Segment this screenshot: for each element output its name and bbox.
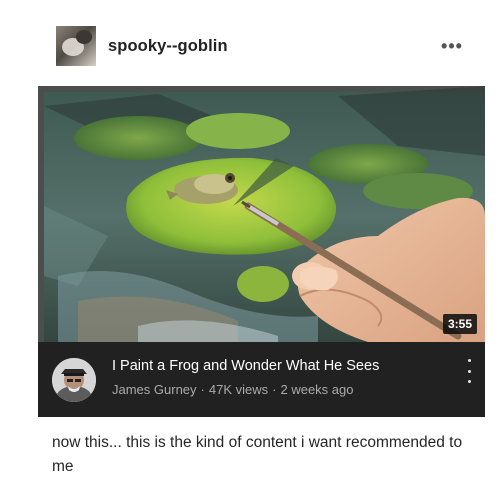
video-title[interactable]: I Paint a Frog and Wonder What He Sees <box>112 358 379 374</box>
blog-avatar-icon[interactable] <box>56 26 96 66</box>
vertical-dots-menu-icon[interactable] <box>463 359 475 383</box>
painting-image <box>38 86 485 342</box>
dot <box>467 369 471 373</box>
blog-username[interactable]: spooky--goblin <box>108 37 228 56</box>
video-info: I Paint a Frog and Wonder What He Sees J… <box>38 342 485 417</box>
more-options-icon: ••• <box>441 35 463 56</box>
dot <box>467 380 471 383</box>
video-meta: James Gurney · 47K views · 2 weeks ago <box>112 382 353 397</box>
post-header: spooky--goblin ••• <box>56 26 466 66</box>
channel-name[interactable]: James Gurney <box>112 382 197 397</box>
more-options-button[interactable]: ••• <box>438 36 466 56</box>
video-thumbnail[interactable]: 3:55 <box>38 86 485 342</box>
upload-age: 2 weeks ago <box>280 382 354 397</box>
meta-separator: · <box>272 382 277 397</box>
youtube-video-card[interactable]: 3:55 I Paint a Frog and Wonder What He S… <box>38 86 485 417</box>
view-count: 47K views <box>208 382 269 397</box>
channel-avatar-icon[interactable] <box>52 358 96 402</box>
dot <box>467 359 471 362</box>
post-caption: now this... this is the kind of content … <box>52 434 463 475</box>
duration-badge: 3:55 <box>442 314 477 334</box>
tumblr-post: spooky--goblin ••• 3:55 I Paint a Frog a… <box>0 0 500 500</box>
meta-separator: · <box>200 382 205 397</box>
channel-avatar-image <box>52 358 96 402</box>
